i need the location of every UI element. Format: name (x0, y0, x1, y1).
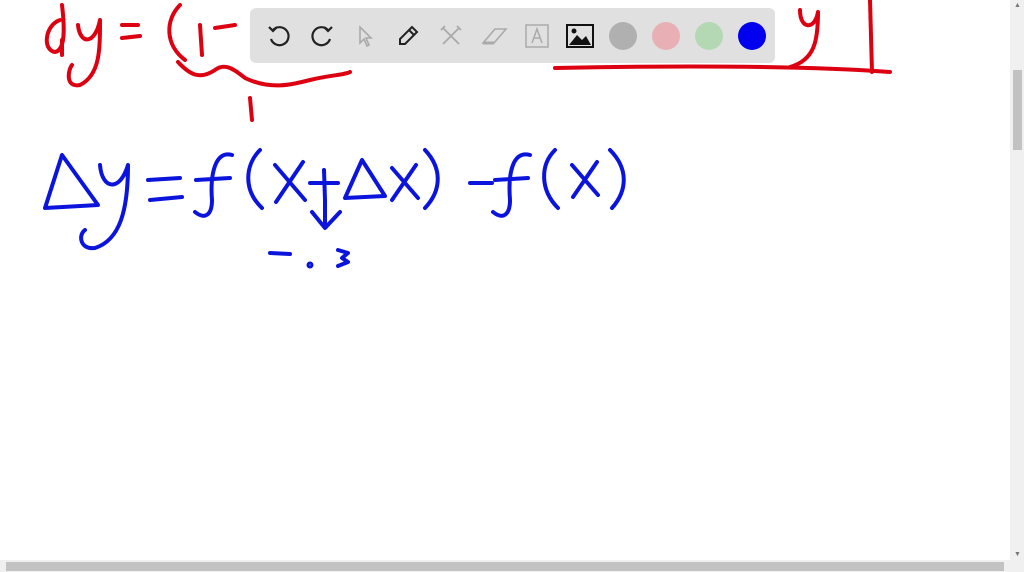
color-swatch (608, 21, 637, 50)
image-button[interactable] (561, 17, 598, 54)
color-swatch (651, 21, 680, 50)
color-swatch (694, 21, 723, 50)
redo-button[interactable] (303, 17, 340, 54)
horizontal-scroll-thumb[interactable] (6, 562, 1004, 571)
pen-button[interactable] (389, 17, 426, 54)
redo-icon (310, 25, 333, 46)
color-green[interactable] (690, 17, 727, 54)
pen-icon (398, 25, 418, 45)
eraser-button[interactable] (475, 17, 512, 54)
whiteboard-canvas[interactable] (0, 0, 1010, 560)
tools-button[interactable] (432, 17, 469, 54)
vertical-scroll-thumb[interactable] (1013, 70, 1022, 150)
text-icon (524, 23, 549, 48)
horizontal-scrollbar[interactable] (0, 560, 1024, 572)
image-icon (565, 23, 594, 48)
color-swatch (737, 21, 766, 50)
text-button[interactable] (518, 17, 555, 54)
drawing-toolbar (250, 8, 775, 63)
undo-button[interactable] (260, 17, 297, 54)
color-gray[interactable] (604, 17, 641, 54)
eraser-icon (480, 27, 508, 44)
tools-icon (439, 24, 462, 45)
vertical-scrollbar[interactable]: ▲ ▼ (1010, 0, 1024, 560)
blue-ink-equation (43, 148, 626, 269)
color-blue[interactable] (733, 17, 770, 54)
scroll-up-icon[interactable]: ▲ (1014, 2, 1021, 9)
select-icon (358, 24, 373, 47)
scroll-down-icon[interactable]: ▼ (1014, 551, 1021, 558)
undo-icon (267, 25, 290, 46)
select-button[interactable] (346, 17, 383, 54)
color-pink[interactable] (647, 17, 684, 54)
